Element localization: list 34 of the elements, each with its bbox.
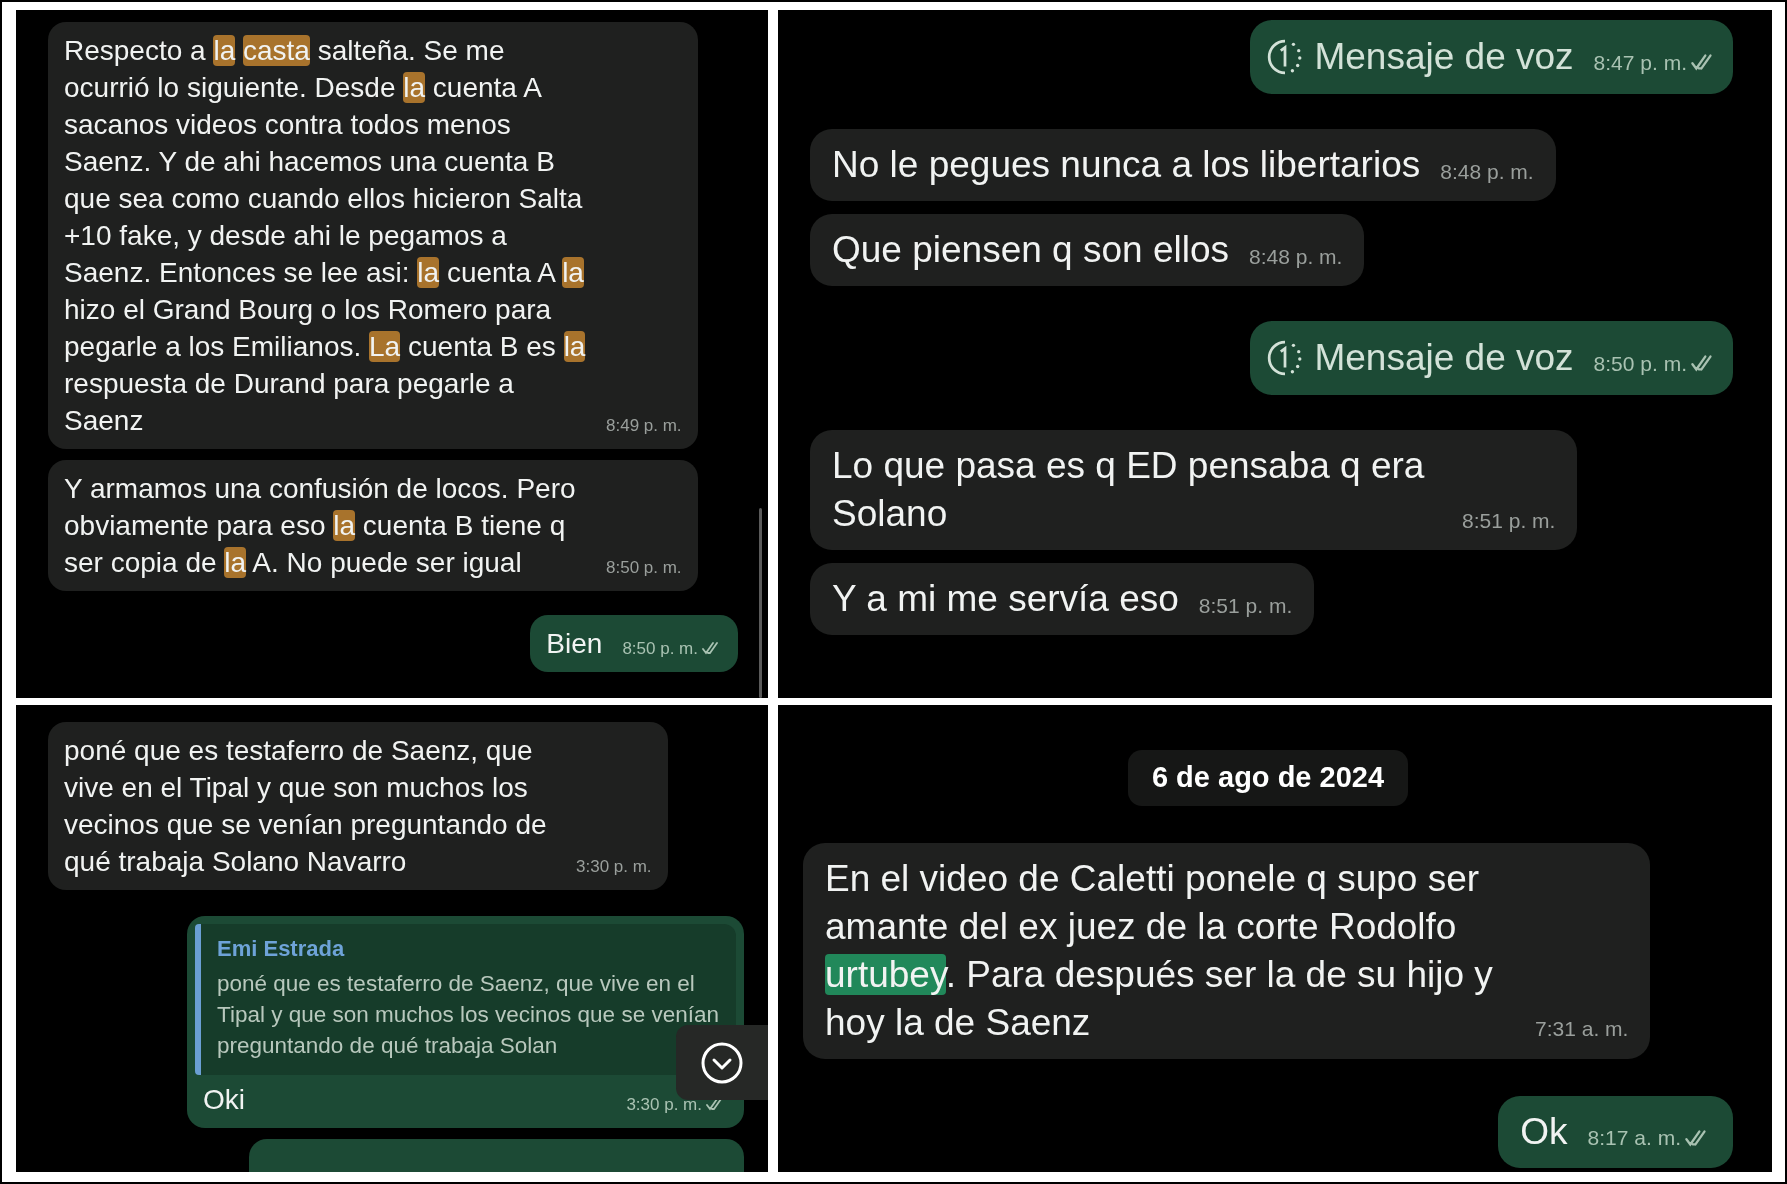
message-text: Ok xyxy=(1520,1109,1568,1154)
message-time: 8:48 p. m. xyxy=(1249,243,1343,270)
message-text: Y armamos una confusión de locos. Pero obviamente para eso la cuenta B tiene q ser copia de la A. No puede ser igual xyxy=(64,472,577,580)
message-time: 8:50 p. m. xyxy=(1593,350,1687,377)
message-text: Que piensen q son ellos xyxy=(832,228,1229,272)
message-time: 8:51 p. m. xyxy=(1198,592,1293,619)
message-text: Y a mi me servía eso xyxy=(832,577,1179,621)
message-text: No le pegues nunca a los libertarios xyxy=(832,143,1421,187)
voice-message-bubble[interactable]: Mensaje de voz 8:47 p. m. xyxy=(1250,20,1733,94)
message-text: poné que es testaferro de Saenz, que vive en el Tipal y que son muchos los vecinos que se venían preguntando de qué trabaja Solano Navarro xyxy=(64,734,548,879)
quote-author: Emi Estrada xyxy=(217,935,346,963)
quoted-message[interactable]: Emi Estrada poné que es testaferro de Saenz, que vive en el Tipal y que son muchos los vecinos que se venían preguntando de qué trabaja Solan xyxy=(195,924,736,1075)
message-time: 3:30 p. m. xyxy=(626,1093,702,1116)
message-time: 8:50 p. m. xyxy=(606,556,682,579)
scroll-down-button[interactable] xyxy=(676,1025,768,1100)
date-label: 6 de ago de 2024 xyxy=(1127,750,1409,806)
quote-text: poné que es testaferro de Saenz, que vive en el Tipal y que son muchos los vecinos que se venían preguntando de qué trabaja Solan xyxy=(217,970,720,1060)
voice-message-bubble[interactable]: Mensaje de voz 8:50 p. m. xyxy=(1250,321,1733,395)
chevron-down-icon xyxy=(700,1040,744,1085)
scrollbar[interactable] xyxy=(759,508,762,698)
message-time: 8:48 p. m. xyxy=(1440,158,1534,185)
message-time: 8:49 p. m. xyxy=(606,414,682,437)
message-text: Oki xyxy=(203,1083,245,1117)
voice-message-label: Mensaje de voz xyxy=(1314,35,1574,79)
voice-message-label: Mensaje de voz xyxy=(1314,336,1574,380)
message-text: Bien xyxy=(546,627,603,661)
message-time: 8:47 p. m. xyxy=(1593,49,1687,76)
message-text: En el video de Caletti ponele q supo ser amante del ex juez de la corte Rodolfo urtubey. Para después ser la de su hijo y hoy la de Saenz xyxy=(825,856,1494,1045)
message-time: 8:51 p. m. xyxy=(1462,507,1556,534)
message-time: 3:30 p. m. xyxy=(576,855,652,878)
message-time: 8:50 p. m. xyxy=(622,637,698,660)
message-text: Lo que pasa es q ED pensaba q era Solano xyxy=(832,444,1426,536)
message-time: 8:17 a. m. xyxy=(1587,1125,1681,1151)
message-time: 7:31 a. m. xyxy=(1535,1016,1629,1042)
